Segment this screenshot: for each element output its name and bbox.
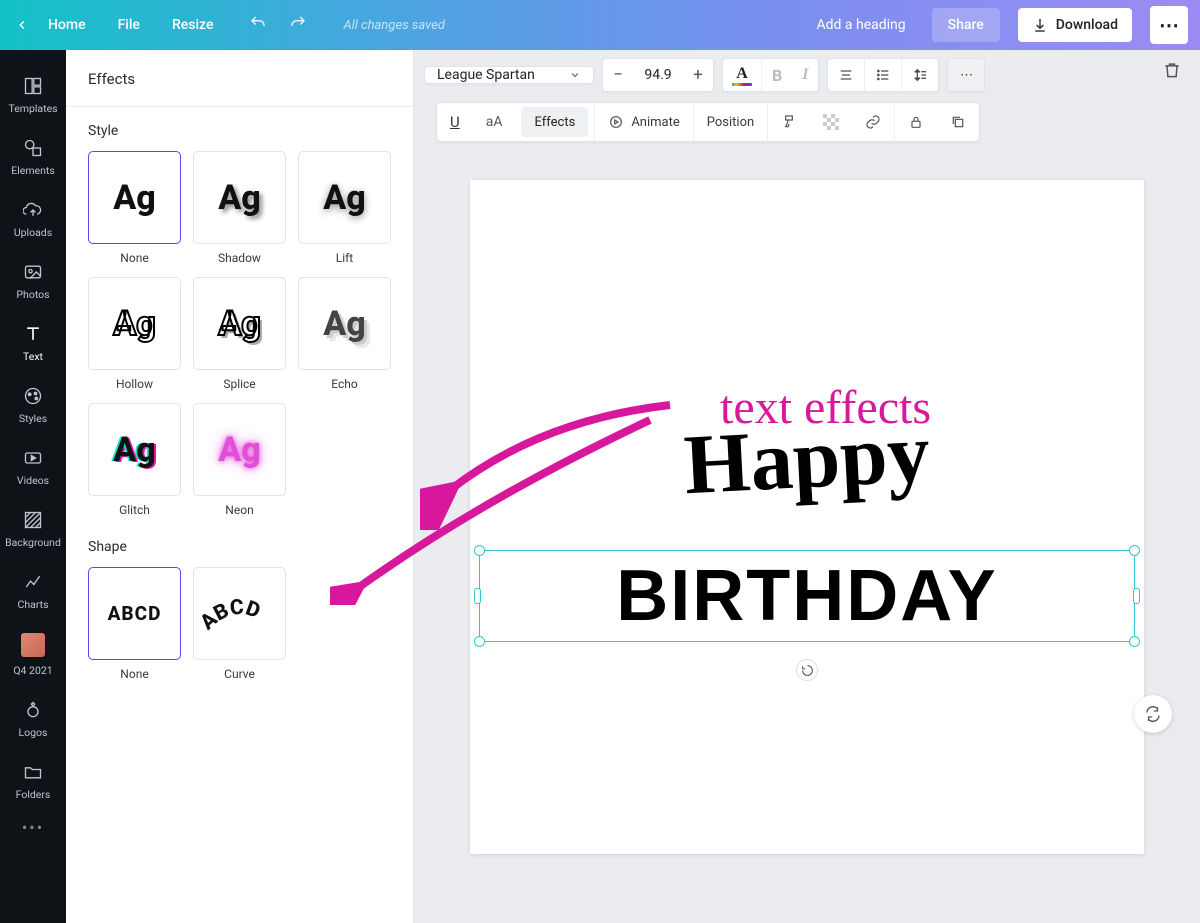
nav-resize[interactable]: Resize [172,17,214,33]
effect-neon[interactable]: Ag [193,403,286,496]
italic-button[interactable]: I [792,59,818,91]
background-icon [22,509,44,531]
folders-icon [22,761,44,783]
size-increase[interactable]: + [683,59,713,91]
lock-icon[interactable] [894,103,937,141]
videos-icon [22,447,44,469]
font-size-control: − + [602,58,714,92]
effect-none[interactable]: Ag [88,151,181,244]
rail-elements[interactable]: Elements [0,126,66,188]
effect-shadow[interactable]: Ag [193,151,286,244]
share-button[interactable]: Share [932,8,1000,42]
resize-handle[interactable] [474,545,485,556]
spacing-button[interactable] [901,59,938,91]
more-menu-icon[interactable]: ⋯ [1150,6,1188,44]
nav-file[interactable]: File [118,17,140,33]
effect-glitch[interactable]: Ag [88,403,181,496]
save-status: All changes saved [343,18,444,33]
rail-uploads[interactable]: Uploads [0,188,66,250]
effect-hollow[interactable]: Ag [88,277,181,370]
text-color[interactable]: A [723,59,761,91]
chevron-down-icon [569,69,581,81]
resize-handle[interactable] [1129,636,1140,647]
text-toolbar-row2: U aA Effects Animate Position [436,102,980,142]
list-button[interactable] [864,59,901,91]
shape-curve[interactable]: ABCD [193,567,286,660]
panel-title: Effects [66,50,413,107]
resize-handle[interactable] [474,588,481,604]
selected-text-box[interactable]: BIRTHDAY [479,550,1135,642]
add-heading[interactable]: Add a heading [817,17,906,33]
text-icon [22,323,44,345]
duplicate-icon[interactable] [937,103,979,141]
photos-icon [22,261,44,283]
shape-none[interactable]: ABCD [88,567,181,660]
canvas-text-birthday[interactable]: BIRTHDAY [616,555,997,637]
animate-button[interactable]: Animate [594,103,692,141]
rail-charts[interactable]: Charts [0,560,66,622]
canvas-text-happy[interactable]: Happy [468,392,1146,525]
underline-button[interactable]: U [437,103,473,141]
bold-button[interactable]: B [761,59,792,91]
animate-icon [608,114,624,130]
canvas[interactable]: text effects Happy BIRTHDAY [470,180,1144,854]
rail-templates[interactable]: Templates [0,64,66,126]
section-style-title: Style [88,123,391,139]
left-rail: Templates Elements Uploads Photos Text S… [0,50,66,923]
transparency-icon[interactable] [810,103,852,141]
cycle-layout-icon[interactable] [1134,695,1172,733]
rail-more-icon[interactable]: ••• [22,818,44,837]
nav-home[interactable]: Home [48,17,86,33]
rail-background[interactable]: Background [0,498,66,560]
section-shape-title: Shape [88,539,391,555]
copy-style-icon[interactable] [767,103,810,141]
rail-logos[interactable]: Logos [0,688,66,750]
logos-icon [22,699,44,721]
resize-handle[interactable] [474,636,485,647]
case-button[interactable]: aA [473,103,516,141]
resize-handle[interactable] [1129,545,1140,556]
rail-photos[interactable]: Photos [0,250,66,312]
effect-lift[interactable]: Ag [298,151,391,244]
back-icon[interactable] [12,15,32,35]
templates-icon [22,75,44,97]
size-input[interactable] [633,67,683,83]
workarea: League Spartan − + A B I ⋯ U aA [414,50,1200,923]
font-select[interactable]: League Spartan [424,66,594,84]
link-icon[interactable] [852,103,894,141]
text-toolbar-row1: League Spartan − + A B I ⋯ [424,58,985,92]
rotate-icon[interactable] [796,659,818,681]
size-decrease[interactable]: − [603,59,633,91]
position-button[interactable]: Position [693,103,767,141]
align-button[interactable] [828,59,864,91]
rail-videos[interactable]: Videos [0,436,66,498]
delete-icon[interactable] [1162,60,1182,84]
svg-text:ABCD: ABCD [200,595,263,635]
effects-panel: Effects Style AgNone AgShadow AgLift AgH… [66,50,414,923]
rail-q4[interactable]: Q4 2021 [0,622,66,688]
effect-echo[interactable]: Ag [298,277,391,370]
rail-text[interactable]: Text [0,312,66,374]
resize-handle[interactable] [1133,588,1140,604]
charts-icon [22,571,44,593]
download-label: Download [1056,17,1118,33]
rail-styles[interactable]: Styles [0,374,66,436]
top-bar: Home File Resize All changes saved Add a… [0,0,1200,50]
undo-icon[interactable] [249,14,267,36]
q4-thumb-icon [21,633,45,657]
styles-icon [22,385,44,407]
rail-folders[interactable]: Folders [0,750,66,812]
toolbar-more-icon[interactable]: ⋯ [948,59,984,91]
redo-icon[interactable] [289,14,307,36]
elements-icon [22,137,44,159]
download-button[interactable]: Download [1018,8,1132,42]
effect-splice[interactable]: Ag [193,277,286,370]
effects-button[interactable]: Effects [521,107,588,137]
uploads-icon [22,199,44,221]
